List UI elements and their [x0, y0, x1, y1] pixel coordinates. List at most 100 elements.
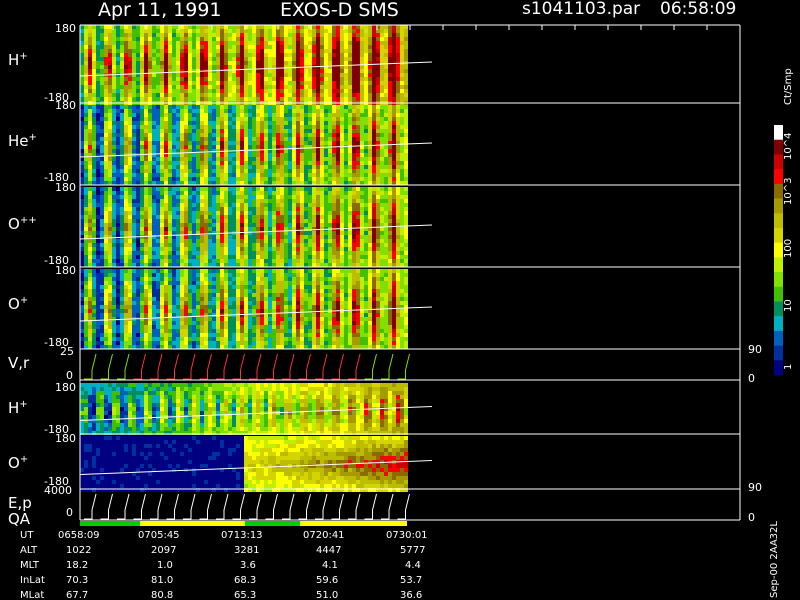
heatmap-cell [160, 203, 164, 207]
heatmap-cell [300, 251, 304, 255]
heatmap-cell [352, 219, 356, 223]
heatmap-cell [280, 211, 284, 215]
heatmap-cell [148, 187, 152, 191]
heatmap-cell [364, 181, 368, 185]
heatmap-cell [304, 37, 308, 41]
heatmap-cell [340, 117, 344, 121]
heatmap-cell [328, 33, 332, 37]
heatmap-cell [228, 173, 232, 177]
heatmap-cell [368, 235, 372, 239]
heatmap-cell [324, 223, 328, 227]
heatmap-cell [340, 133, 344, 137]
heatmap-cell [224, 45, 228, 49]
heatmap-cell [348, 73, 352, 77]
heatmap-cell [220, 153, 224, 157]
heatmap-cell [164, 187, 168, 191]
heatmap-cell [164, 215, 168, 219]
heatmap-cell [260, 255, 264, 259]
heatmap-cell [260, 105, 264, 109]
heatmap-cell [232, 153, 236, 157]
heatmap-cell [312, 235, 316, 239]
heatmap-cell [196, 211, 200, 215]
heatmap-cell [320, 29, 324, 33]
heatmap-cell [256, 215, 260, 219]
heatmap-cell [256, 29, 260, 33]
heatmap-cell [188, 37, 192, 41]
heatmap-cell [400, 157, 404, 161]
heatmap-cell [316, 81, 320, 85]
heatmap-cell [228, 239, 232, 243]
heatmap-cell [356, 45, 360, 49]
heatmap-cell [128, 137, 132, 141]
heatmap-cell [288, 157, 292, 161]
heatmap-cell [280, 97, 284, 101]
heatmap-cell [88, 309, 92, 313]
heatmap-cell [340, 25, 344, 29]
heatmap-cell [352, 199, 356, 203]
heatmap-cell [84, 181, 88, 185]
heatmap-cell [120, 239, 124, 243]
heatmap-cell [256, 187, 260, 191]
heatmap-cell [336, 81, 340, 85]
heatmap-cell [300, 109, 304, 113]
heatmap-cell [96, 53, 100, 57]
heatmap-cell [80, 285, 84, 289]
heatmap-cell [336, 251, 340, 255]
heatmap-cell [196, 37, 200, 41]
heatmap-cell [100, 239, 104, 243]
heatmap-cell [368, 53, 372, 57]
heatmap-cell [124, 181, 128, 185]
heatmap-cell [288, 153, 292, 157]
heatmap-cell [332, 165, 336, 169]
heatmap-cell [248, 247, 252, 251]
heatmap-cell [248, 137, 252, 141]
heatmap-cell [188, 263, 192, 267]
heatmap-cell [140, 177, 144, 181]
heatmap-cell [168, 191, 172, 195]
heatmap-cell [288, 187, 292, 191]
heatmap-cell [168, 149, 172, 153]
heatmap-cell [112, 97, 116, 101]
heatmap-cell [372, 203, 376, 207]
heatmap-cell [144, 33, 148, 37]
heatmap-cell [248, 149, 252, 153]
heatmap-cell [244, 77, 248, 81]
heatmap-cell [240, 41, 244, 45]
heatmap-cell [348, 33, 352, 37]
heatmap-cell [176, 49, 180, 53]
heatmap-cell [256, 61, 260, 65]
heatmap-cell [80, 239, 84, 243]
heatmap-cell [388, 207, 392, 211]
heatmap-cell [292, 93, 296, 97]
heatmap-cell [348, 149, 352, 153]
heatmap-cell [352, 109, 356, 113]
heatmap-cell [164, 247, 168, 251]
heatmap-cell [348, 177, 352, 181]
heatmap-cell [108, 145, 112, 149]
heatmap-cell [348, 133, 352, 137]
heatmap-cell [312, 93, 316, 97]
heatmap-cell [376, 157, 380, 161]
heatmap-cell [356, 161, 360, 165]
heatmap-cell [396, 235, 400, 239]
heatmap-cell [196, 227, 200, 231]
heatmap-cell [128, 33, 132, 37]
heatmap-cell [320, 207, 324, 211]
heatmap-cell [368, 85, 372, 89]
heatmap-cell [184, 259, 188, 263]
heatmap-cell [292, 215, 296, 219]
heatmap-cell [136, 93, 140, 97]
heatmap-cell [316, 255, 320, 259]
heatmap-cell [128, 29, 132, 33]
heatmap-cell [292, 187, 296, 191]
heatmap-cell [184, 109, 188, 113]
heatmap-cell [100, 251, 104, 255]
heatmap-cell [208, 259, 212, 263]
heatmap-cell [220, 57, 224, 61]
heatmap-cell [256, 89, 260, 93]
heatmap-cell [308, 243, 312, 247]
heatmap-cell [256, 263, 260, 267]
heatmap-cell [80, 199, 84, 203]
heatmap-cell [192, 219, 196, 223]
heatmap-cell [316, 157, 320, 161]
